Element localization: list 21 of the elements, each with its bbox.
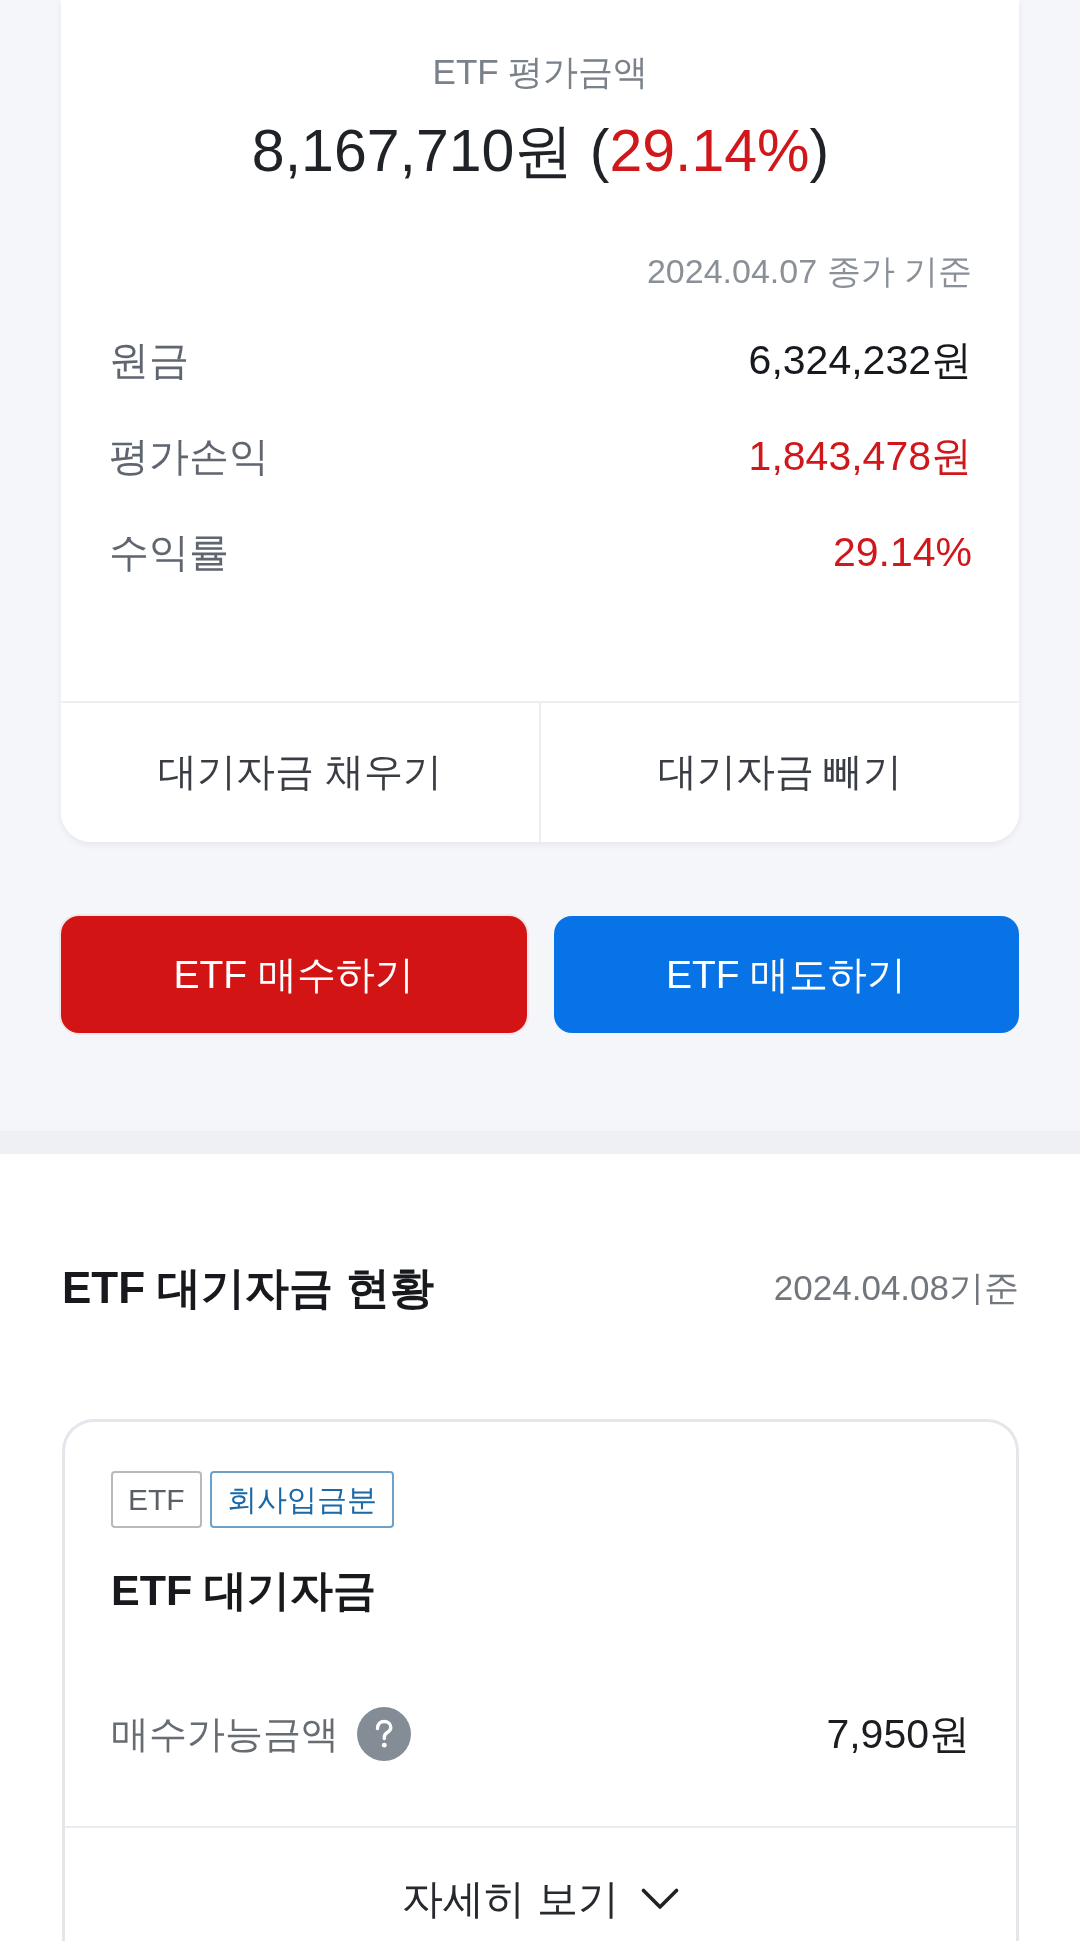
- row-label: 평가손익: [109, 433, 269, 480]
- section-title: ETF 대기자금 현황: [62, 1262, 434, 1314]
- row-value: 6,324,232원: [748, 336, 972, 385]
- valuation-amount: 8,167,710원 (29.14%): [250, 117, 831, 186]
- as-of-date: 2024.04.07 종가 기준: [645, 251, 972, 292]
- row-label: 수익률: [109, 529, 229, 576]
- card-action-button[interactable]: 대기자금 빼기: [539, 703, 1019, 842]
- card-title: ETF 대기자금: [111, 1565, 378, 1616]
- sell-button[interactable]: ETF 매도하기: [553, 916, 1019, 1033]
- tag: ETF: [111, 1471, 202, 1528]
- as-of-date: 2024.04.08기준: [773, 1267, 1019, 1309]
- help-icon[interactable]: [357, 1707, 411, 1761]
- row-label: 매수가능금액: [111, 1712, 339, 1757]
- row-value: 1,843,478원: [748, 432, 972, 481]
- row-value: 7,950원: [826, 1710, 970, 1759]
- tag: 회사입금분: [209, 1471, 394, 1528]
- valuation-title: ETF 평가금액: [431, 51, 650, 93]
- buy-button[interactable]: ETF 매수하기: [61, 916, 527, 1033]
- row-value: 29.14%: [832, 528, 972, 577]
- row-label: 원금: [109, 337, 189, 384]
- card-action-button[interactable]: 대기자금 채우기: [61, 703, 539, 842]
